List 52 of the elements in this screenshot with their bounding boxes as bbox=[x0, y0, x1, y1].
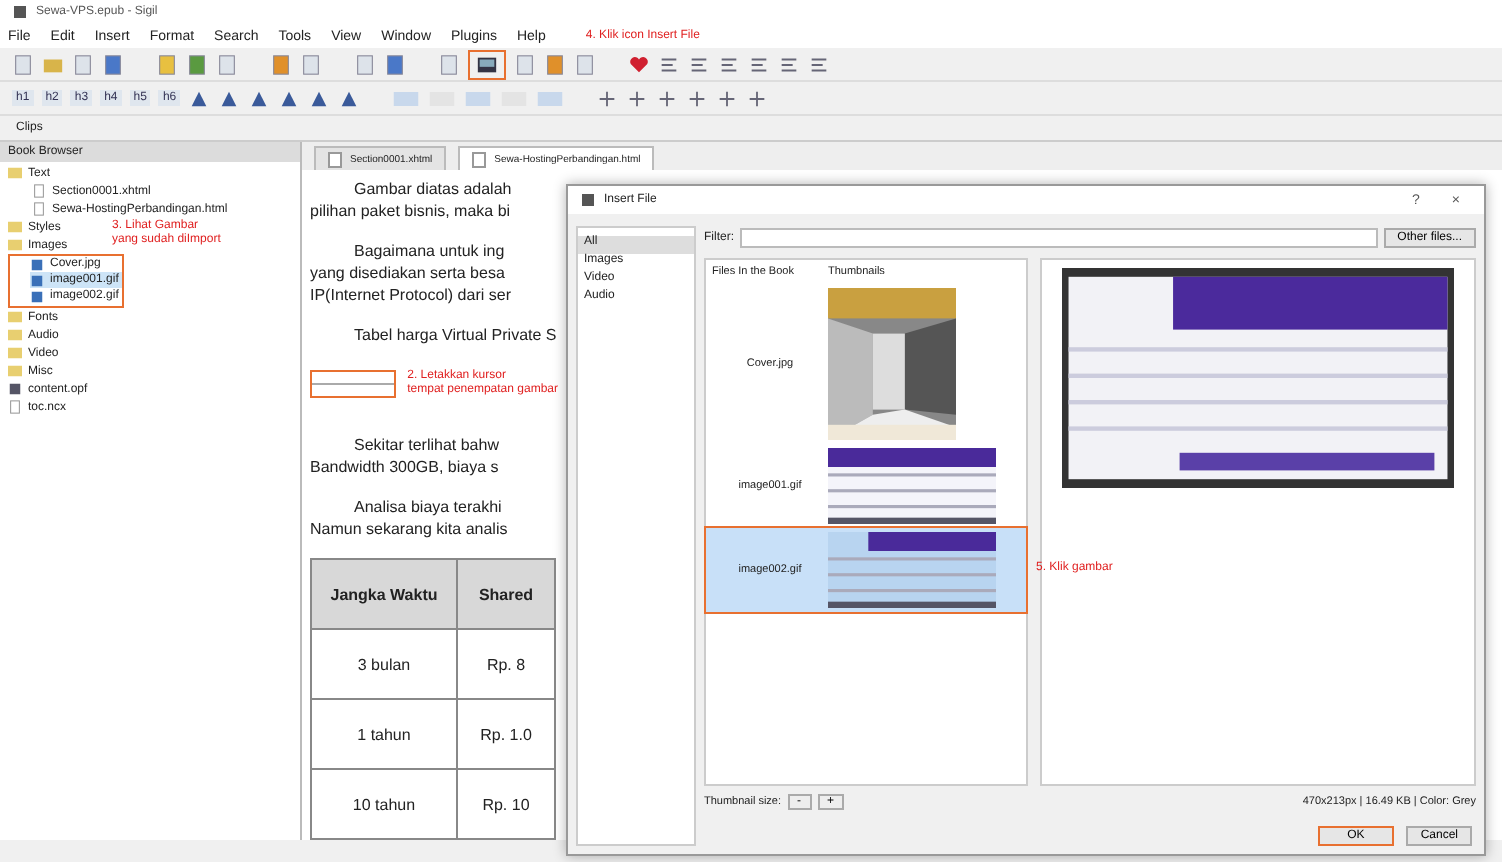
filter-field[interactable] bbox=[740, 228, 1378, 248]
insert-file-icon[interactable] bbox=[476, 53, 498, 75]
paragraph: Tabel harga Virtual Private S bbox=[352, 324, 557, 346]
table-cell: Rp. 1.0 bbox=[457, 699, 555, 769]
table-cell: Rp. 10 bbox=[457, 769, 555, 839]
page-icon[interactable] bbox=[574, 53, 596, 75]
table-header: Shared bbox=[457, 559, 555, 629]
page-icon[interactable] bbox=[544, 53, 566, 75]
text-style-icon[interactable] bbox=[308, 87, 331, 109]
page-icon[interactable] bbox=[438, 53, 460, 75]
page-icon[interactable] bbox=[514, 53, 536, 75]
indent-icon[interactable] bbox=[716, 87, 739, 109]
table-cell: 3 bulan bbox=[311, 629, 457, 699]
table-cell: 1 tahun bbox=[311, 699, 457, 769]
align-icon[interactable] bbox=[808, 53, 830, 75]
app-icon bbox=[12, 4, 28, 20]
page-icon[interactable] bbox=[354, 53, 376, 75]
page-icon[interactable] bbox=[216, 53, 238, 75]
page-icon[interactable] bbox=[72, 53, 94, 75]
align-icon[interactable] bbox=[718, 53, 740, 75]
page-icon[interactable] bbox=[12, 53, 34, 75]
indent-icon[interactable] bbox=[596, 87, 619, 109]
text-style-icon[interactable] bbox=[338, 87, 361, 109]
page-icon[interactable] bbox=[156, 53, 178, 75]
heart-icon[interactable] bbox=[628, 53, 650, 75]
page-icon[interactable] bbox=[102, 53, 124, 75]
text-style-icon[interactable] bbox=[248, 87, 271, 109]
align-icon[interactable] bbox=[688, 53, 710, 75]
text-style-icon[interactable] bbox=[218, 87, 241, 109]
page-icon[interactable] bbox=[270, 53, 292, 75]
align-icon[interactable] bbox=[778, 53, 800, 75]
page-icon[interactable] bbox=[384, 53, 406, 75]
page-icon[interactable] bbox=[300, 53, 322, 75]
align-icon[interactable] bbox=[658, 53, 680, 75]
image-placeholder bbox=[310, 370, 396, 398]
indent-icon[interactable] bbox=[656, 87, 679, 109]
text-style-icon[interactable] bbox=[188, 87, 211, 109]
text-style-icon[interactable] bbox=[278, 87, 301, 109]
indent-icon[interactable] bbox=[686, 87, 709, 109]
folder-icon bbox=[8, 166, 22, 180]
page-icon[interactable] bbox=[186, 53, 208, 75]
table-cell: Rp. 8 bbox=[457, 629, 555, 699]
indent-icon[interactable] bbox=[626, 87, 649, 109]
paragraph: Analisa biaya terakhi Namun sekarang kita analis bbox=[310, 496, 508, 540]
indent-icon[interactable] bbox=[746, 87, 769, 109]
paragraph: Sekitar terlihat bahw Bandwidth 300GB, biaya s bbox=[310, 434, 499, 478]
table-header: Jangka Waktu bbox=[311, 559, 457, 629]
paragraph: Gambar diatas adalah pilihan paket bisnis, maka bi bbox=[310, 178, 512, 222]
app-icon bbox=[580, 192, 596, 208]
paragraph: Bagaimana untuk ing yang disediakan serta besa IP(Internet Protocol) dari ser bbox=[310, 240, 511, 306]
table-cell: 10 tahun bbox=[311, 769, 457, 839]
align-icon[interactable] bbox=[748, 53, 770, 75]
